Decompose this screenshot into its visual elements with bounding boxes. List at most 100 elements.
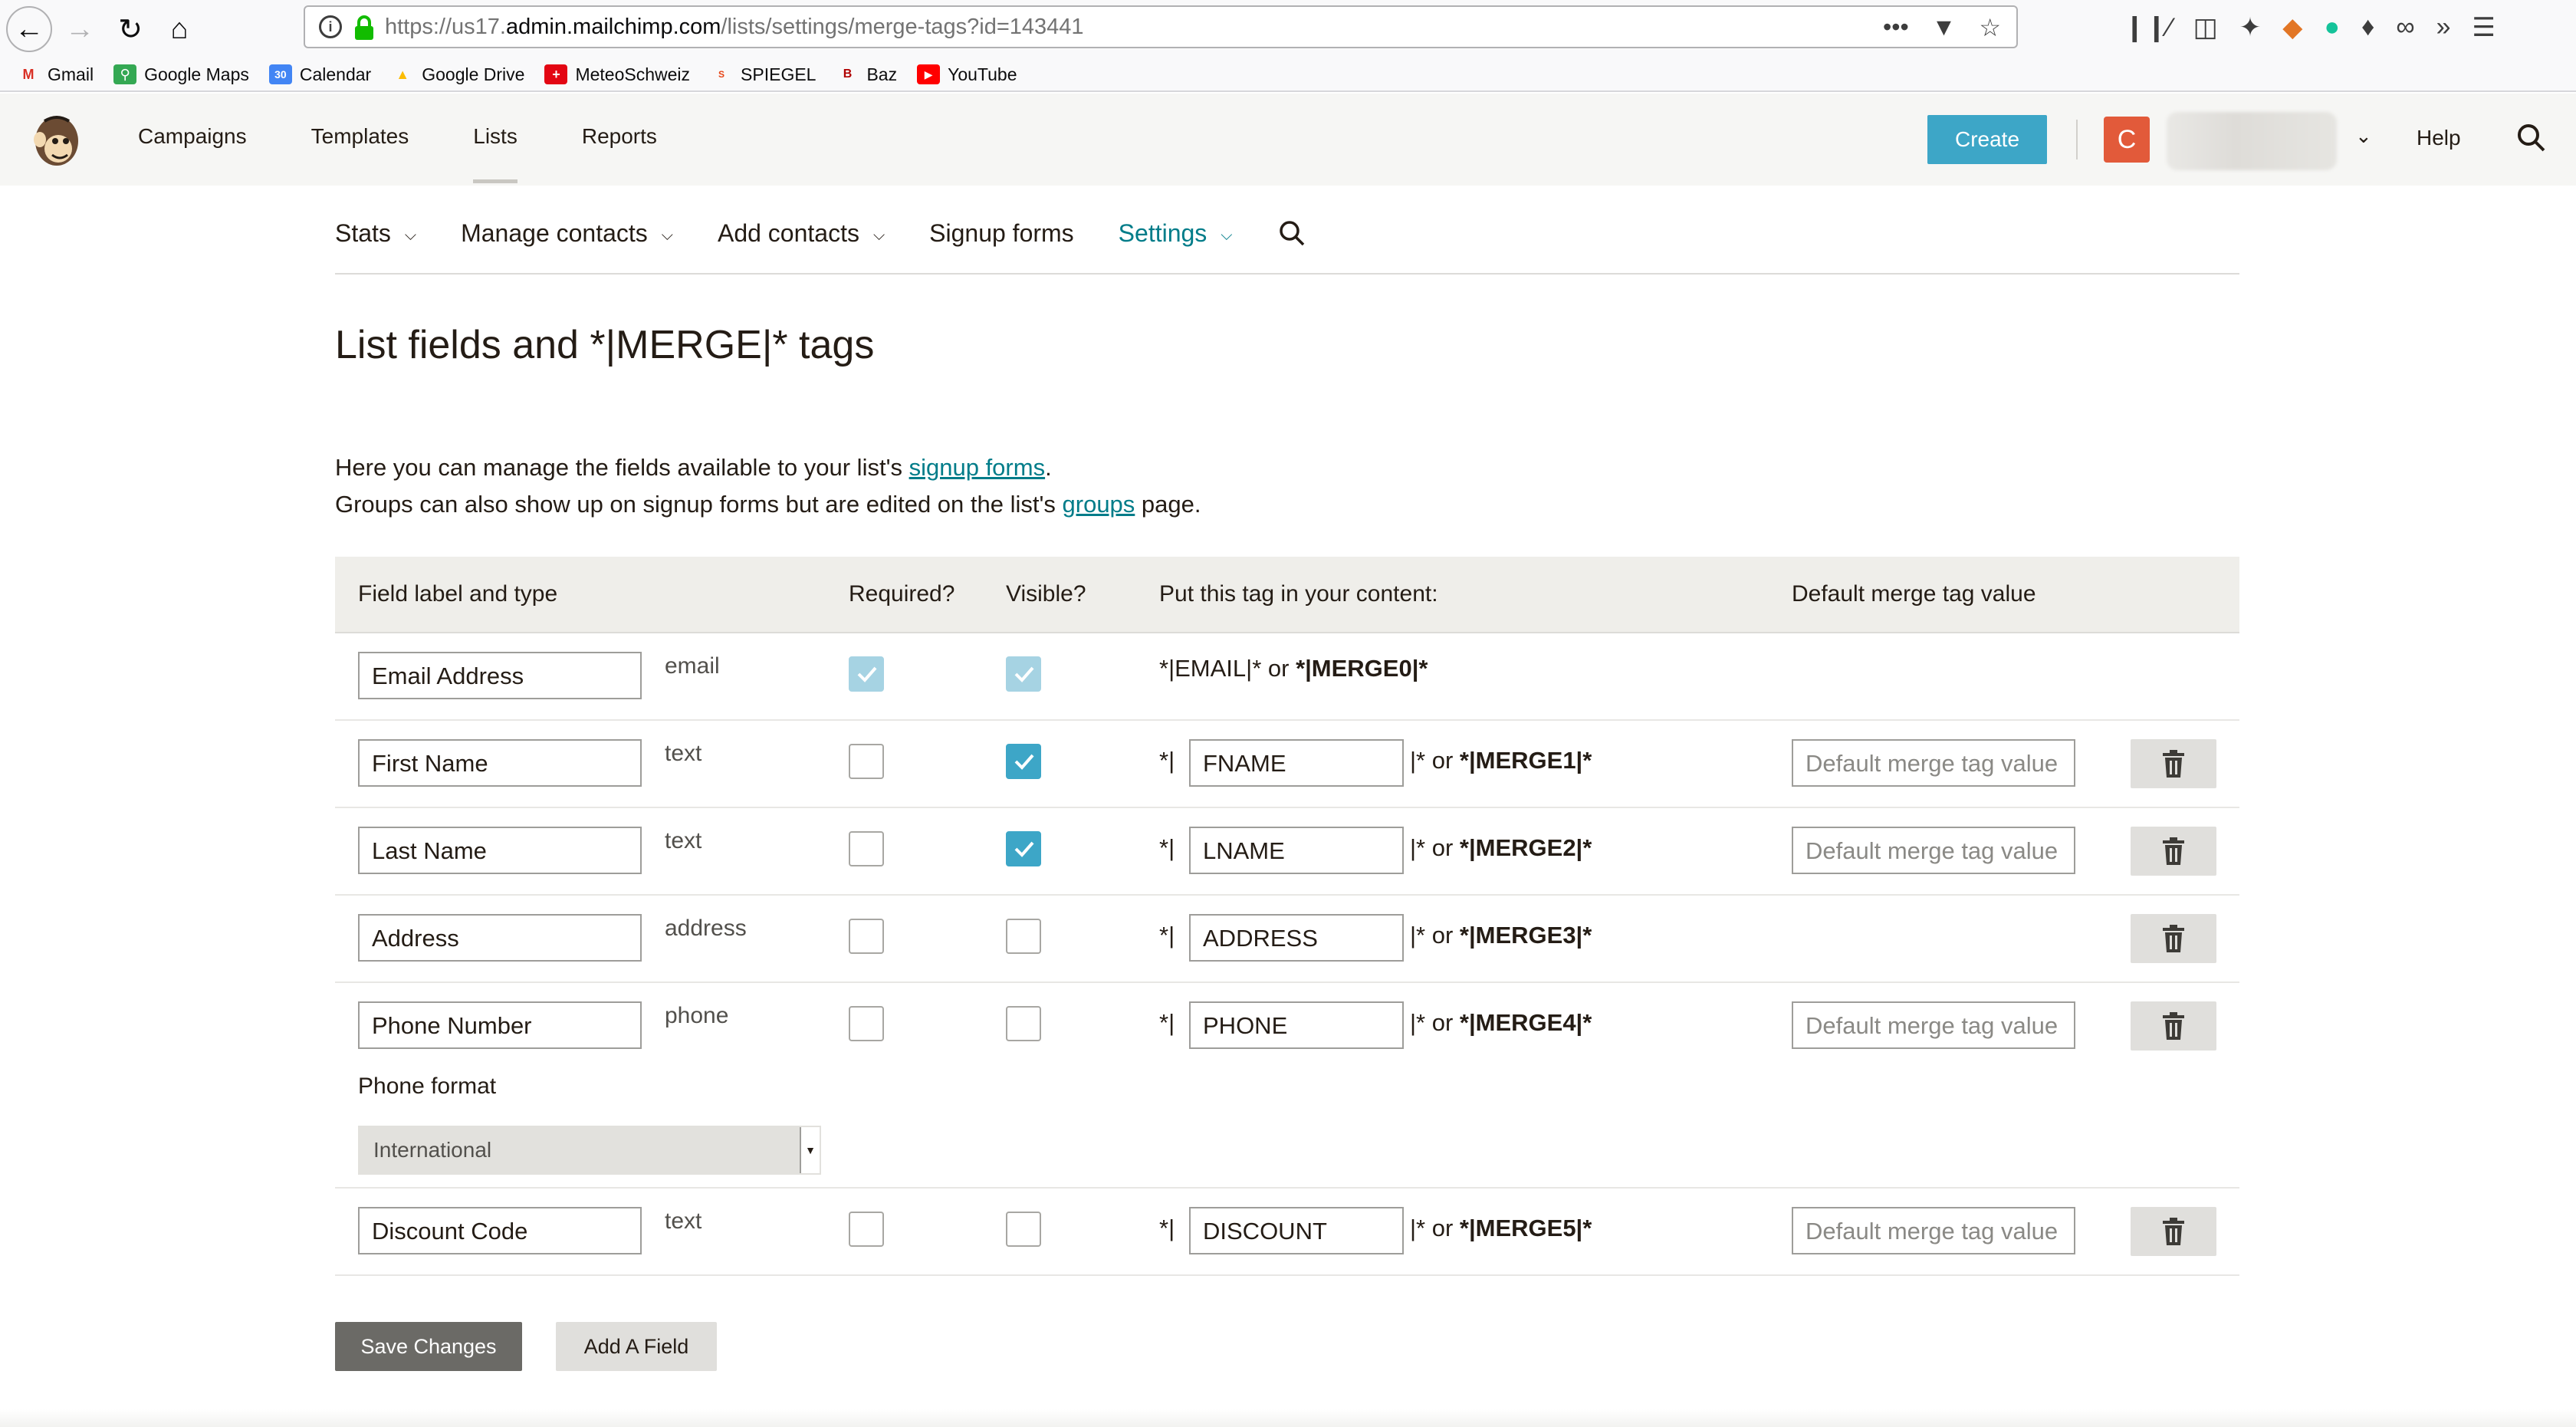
create-button[interactable]: Create [1927,115,2047,164]
header-required: Required? [849,581,955,607]
subnav-manage-contacts[interactable]: Manage contacts ⌵ [461,219,673,273]
checkmark-icon [857,666,877,682]
spiegel-icon: S [718,69,725,80]
field-label-input[interactable]: Discount Code [358,1207,642,1254]
subnav-stats[interactable]: Stats ⌵ [335,219,416,273]
visible-checkbox[interactable] [1006,1212,1041,1247]
nav-reports[interactable]: Reports [582,124,657,149]
evernote-icon[interactable]: ♦ [2361,12,2374,43]
menu-icon[interactable]: ☰ [2472,12,2496,43]
bookmark-meteoschweiz[interactable]: + MeteoSchweiz [544,64,690,85]
field-type: address [665,916,747,941]
phone-format-label: Phone format [358,1074,497,1099]
lock-icon [355,15,373,40]
groups-link[interactable]: groups [1063,491,1135,518]
account-name-blurred[interactable] [2167,112,2337,170]
glasses-icon[interactable]: ∞ [2396,12,2414,43]
required-checkbox[interactable] [849,831,884,866]
url-bar[interactable]: i https://us17.admin.mailchimp.com/lists… [304,5,2018,48]
merge-tag-input[interactable]: FNAME [1189,739,1404,787]
grammarly-icon[interactable]: ● [2324,12,2340,43]
trash-icon [2163,1012,2184,1040]
default-value-input[interactable]: Default merge tag value [1792,739,2075,787]
nav-lists[interactable]: Lists [473,124,518,183]
field-type: phone [665,1003,729,1028]
intro-text: Here you can manage the fields available… [335,454,1201,518]
visible-checkbox[interactable] [1006,1006,1041,1041]
search-icon[interactable] [2515,121,2548,155]
field-label-input[interactable]: Email Address [358,652,642,699]
merge-tag-input[interactable]: PHONE [1189,1001,1404,1049]
home-icon[interactable]: ⌂ [156,6,202,52]
youtube-icon: ▶ [917,64,941,84]
field-label-input[interactable]: First Name [358,739,642,787]
field-label-input[interactable]: Phone Number [358,1001,642,1049]
site-info-icon[interactable]: i [319,15,342,38]
table-row: Discount Code text *| DISCOUNT |* or *|M… [335,1189,2239,1276]
bookmark-gmail[interactable]: M Gmail [17,64,94,85]
reload-icon[interactable]: ↻ [107,6,153,52]
sidebar-icon[interactable]: ◫ [2193,12,2218,43]
bookmark-star-icon[interactable]: ☆ [1979,13,2001,42]
tag-prefix: *| [1159,834,1175,861]
signup-forms-link[interactable]: signup forms [909,454,1045,481]
delete-field-button[interactable] [2131,914,2216,963]
search-icon[interactable] [1276,219,1309,252]
google-maps-icon: ⚲ [113,64,137,84]
chevron-down-icon[interactable]: ⌄ [2355,124,2372,148]
pocket-icon[interactable]: ▼ [1932,13,1957,42]
bookmark-calendar[interactable]: 30 Calendar [268,64,371,85]
mailchimp-logo-icon[interactable] [25,110,84,170]
nav-templates[interactable]: Templates [311,124,409,149]
save-changes-button[interactable]: Save Changes [335,1322,522,1371]
bookmark-google-maps[interactable]: ⚲ Google Maps [113,64,249,85]
visible-checkbox [1006,656,1041,692]
extension-icon[interactable]: ✦ [2239,12,2262,43]
back-icon[interactable]: ← [6,6,52,52]
subnav-settings[interactable]: Settings ⌵ [1119,219,1233,273]
dropdown-arrow-icon: ▼ [800,1127,820,1173]
subnav-add-contacts[interactable]: Add contacts ⌵ [718,219,885,273]
visible-checkbox[interactable] [1006,744,1041,779]
phone-format-select[interactable]: International ▼ [358,1126,821,1175]
chevron-down-icon: ⌵ [1221,227,1233,244]
required-checkbox[interactable] [849,744,884,779]
delete-field-button[interactable] [2131,739,2216,788]
default-value-input[interactable]: Default merge tag value [1792,1207,2075,1254]
visible-checkbox[interactable] [1006,831,1041,866]
help-link[interactable]: Help [2417,126,2461,150]
subnav-signup-forms[interactable]: Signup forms [929,219,1074,273]
default-value-input[interactable]: Default merge tag value [1792,1001,2075,1049]
bookmark-google-drive[interactable]: ▲ Google Drive [391,64,524,85]
header-field-label: Field label and type [358,581,558,607]
required-checkbox[interactable] [849,1006,884,1041]
default-value-input[interactable]: Default merge tag value [1792,827,2075,874]
library-icon[interactable]: ❙❙⁄ [2124,12,2172,43]
merge-tag-input[interactable]: ADDRESS [1189,914,1404,962]
list-subnav: Stats ⌵ Manage contacts ⌵ Add contacts ⌵ Si… [335,219,2239,275]
bookmark-youtube[interactable]: ▶ YouTube [917,64,1017,85]
required-checkbox[interactable] [849,1212,884,1247]
required-checkbox[interactable] [849,919,884,954]
visible-checkbox[interactable] [1006,919,1041,954]
metamask-icon[interactable]: ◆ [2282,12,2302,43]
overflow-icon[interactable]: » [2436,12,2451,43]
merge-tag-input[interactable]: DISCOUNT [1189,1207,1404,1254]
forward-icon[interactable]: → [57,6,103,52]
trash-icon [2163,1218,2184,1245]
delete-field-button[interactable] [2131,827,2216,876]
bookmark-spiegel[interactable]: S SPIEGEL [710,64,816,85]
browser-toolbar: ← → ↻ ⌂ i https://us17.admin.mailchimp.c… [0,0,2576,58]
field-label-input[interactable]: Address [358,914,642,962]
delete-field-button[interactable] [2131,1001,2216,1051]
tag-prefix: *| [1159,922,1175,949]
add-field-button[interactable]: Add A Field [556,1322,717,1371]
field-label-input[interactable]: Last Name [358,827,642,874]
delete-field-button[interactable] [2131,1207,2216,1256]
nav-campaigns[interactable]: Campaigns [138,124,247,149]
bookmark-baz[interactable]: B Baz [836,64,897,85]
merge-tag-input[interactable]: LNAME [1189,827,1404,874]
avatar[interactable]: C [2104,117,2150,163]
merge-tag-alias: |* or *|MERGE1|* [1410,747,1592,774]
page-actions-icon[interactable]: ••• [1883,13,1909,42]
